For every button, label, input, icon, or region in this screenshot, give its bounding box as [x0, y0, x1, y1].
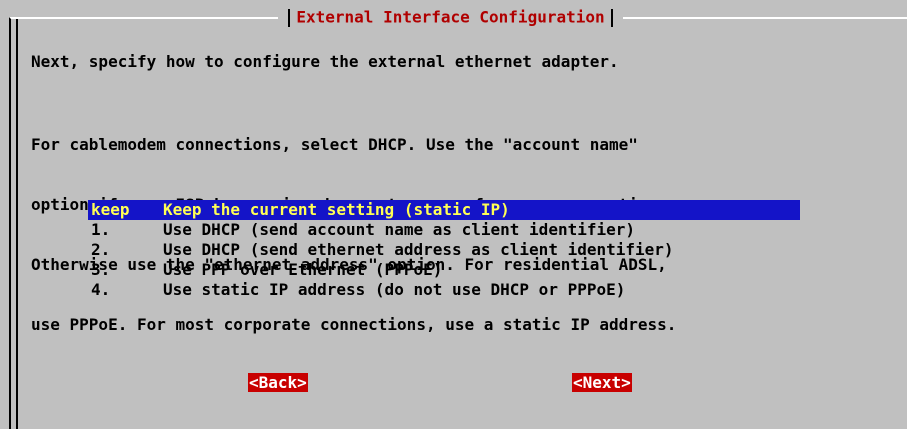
menu-item-key: keep	[91, 200, 130, 219]
title-right-divider	[610, 8, 613, 27]
interface-option-menu[interactable]: keep Keep the current setting (static IP)…	[88, 200, 800, 300]
dialog-title: External Interface Configuration	[296, 7, 605, 27]
intro-text: Next, specify how to configure the exter…	[31, 52, 619, 71]
dialog-title-bar: External Interface Configuration	[0, 7, 907, 28]
menu-item-dhcp-ethernet-address[interactable]: 2. Use DHCP (send ethernet address as cli…	[88, 240, 800, 260]
menu-item-label: Use DHCP (send account name as client id…	[163, 220, 636, 239]
menu-item-key: 1.	[91, 220, 111, 239]
menu-item-label: Use DHCP (send ethernet address as clien…	[163, 240, 674, 259]
title-left-divider	[288, 8, 291, 27]
back-button[interactable]: <Back>	[248, 373, 308, 392]
next-button[interactable]: <Next>	[572, 373, 632, 392]
menu-item-key: 3.	[91, 260, 111, 279]
description-line: For cablemodem connections, select DHCP.…	[31, 135, 638, 154]
menu-item-key: 2.	[91, 240, 111, 259]
menu-item-keep[interactable]: keep Keep the current setting (static IP)	[88, 200, 800, 220]
menu-item-label: Keep the current setting (static IP)	[163, 200, 510, 219]
menu-item-static-ip[interactable]: 4. Use static IP address (do not use DHCP…	[88, 280, 800, 300]
dialog-title-box: External Interface Configuration	[278, 7, 623, 28]
menu-item-label: Use PPP over Ethernet (PPPoE)	[163, 260, 443, 279]
menu-item-pppoe[interactable]: 3. Use PPP over Ethernet (PPPoE)	[88, 260, 800, 280]
menu-item-dhcp-account-name[interactable]: 1. Use DHCP (send account name as client …	[88, 220, 800, 240]
menu-item-key: 4.	[91, 280, 111, 299]
description-line: use PPPoE. For most corporate connection…	[31, 315, 677, 334]
menu-item-label: Use static IP address (do not use DHCP o…	[163, 280, 626, 299]
